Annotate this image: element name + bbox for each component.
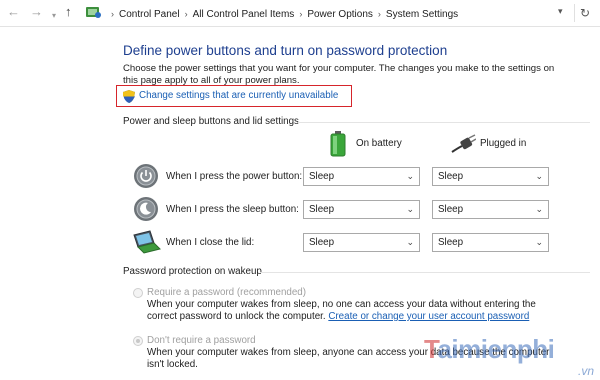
change-settings-link[interactable]: Change settings that are currently unava…	[116, 85, 352, 107]
control-panel-icon	[86, 7, 101, 18]
watermark-logo: Taimienphi .vn	[412, 334, 600, 380]
watermark-t: T	[424, 334, 438, 364]
uac-shield-icon	[123, 90, 135, 103]
col-plugged-in: Plugged in	[480, 138, 527, 149]
breadcrumb: › Control Panel › All Control Panel Item…	[106, 7, 458, 21]
chevron-down-icon: ⌄	[406, 204, 414, 214]
select-value: Sleep	[309, 204, 335, 215]
chevron-right-icon[interactable]: ›	[299, 9, 302, 19]
select-sleep-button-plugged[interactable]: Sleep ⌄	[432, 200, 549, 219]
address-dropdown-icon[interactable]: ▾	[558, 6, 563, 17]
arrow-up-icon[interactable]: ↑	[65, 5, 72, 19]
watermark-suffix: .vn	[577, 364, 594, 378]
section-heading-buttons: Power and sleep buttons and lid settings	[123, 116, 299, 127]
select-close-lid-battery[interactable]: Sleep ⌄	[303, 233, 420, 252]
breadcrumb-system-settings[interactable]: System Settings	[386, 9, 458, 20]
option-label-dont-require: Don't require a password	[147, 335, 256, 346]
power-button-icon	[134, 164, 158, 188]
select-value: Sleep	[309, 171, 335, 182]
chevron-down-icon: ⌄	[406, 171, 414, 181]
chevron-down-icon: ⌄	[535, 204, 543, 214]
row-label-sleep-button: When I press the sleep button:	[166, 204, 299, 215]
radio-require-password[interactable]	[133, 288, 143, 298]
chevron-down-icon[interactable]: ▾	[52, 9, 56, 23]
chevron-right-icon: ›	[111, 9, 114, 19]
select-value: Sleep	[438, 171, 464, 182]
change-settings-text[interactable]: Change settings that are currently unava…	[139, 90, 338, 101]
arrow-right-icon[interactable]: →	[30, 5, 43, 19]
chevron-down-icon: ⌄	[535, 171, 543, 181]
chevron-right-icon[interactable]: ›	[185, 9, 188, 19]
breadcrumb-control-panel[interactable]: Control Panel	[119, 9, 180, 20]
section-heading-password: Password protection on wakeup	[123, 266, 262, 277]
option-desc-require-password: When your computer wakes from sleep, no …	[147, 299, 567, 323]
select-value: Sleep	[438, 204, 464, 215]
laptop-lid-icon	[133, 230, 161, 254]
breadcrumb-all-items[interactable]: All Control Panel Items	[193, 9, 295, 20]
address-bar: ← → ▾ ↑ › Control Panel › All Control Pa…	[0, 0, 600, 27]
page-title: Define power buttons and turn on passwor…	[123, 43, 448, 58]
create-password-link[interactable]: Create or change your user account passw…	[328, 311, 529, 322]
refresh-icon[interactable]: ↻	[574, 4, 595, 22]
battery-icon	[330, 131, 346, 157]
select-sleep-button-battery[interactable]: Sleep ⌄	[303, 200, 420, 219]
option-label-require-password: Require a password (recommended)	[147, 287, 306, 298]
arrow-left-icon[interactable]: ←	[7, 5, 20, 19]
select-value: Sleep	[309, 237, 335, 248]
radio-dont-require-password[interactable]	[133, 336, 143, 346]
breadcrumb-power-options[interactable]: Power Options	[307, 9, 373, 20]
sleep-moon-icon	[134, 197, 158, 221]
power-plug-icon	[451, 134, 476, 153]
select-value: Sleep	[438, 237, 464, 248]
select-close-lid-plugged[interactable]: Sleep ⌄	[432, 233, 549, 252]
watermark-text: Taimienphi	[424, 334, 555, 365]
divider	[260, 272, 590, 273]
select-power-button-plugged[interactable]: Sleep ⌄	[432, 167, 549, 186]
row-label-close-lid: When I close the lid:	[166, 237, 255, 248]
watermark-rest: aimienphi	[437, 334, 555, 364]
chevron-down-icon: ⌄	[406, 237, 414, 247]
divider	[298, 122, 590, 123]
chevron-right-icon[interactable]: ›	[378, 9, 381, 19]
select-power-button-battery[interactable]: Sleep ⌄	[303, 167, 420, 186]
col-on-battery: On battery	[356, 138, 402, 149]
row-label-power-button: When I press the power button:	[166, 171, 303, 182]
page-description: Choose the power settings that you want …	[123, 63, 555, 86]
chevron-down-icon: ⌄	[535, 237, 543, 247]
